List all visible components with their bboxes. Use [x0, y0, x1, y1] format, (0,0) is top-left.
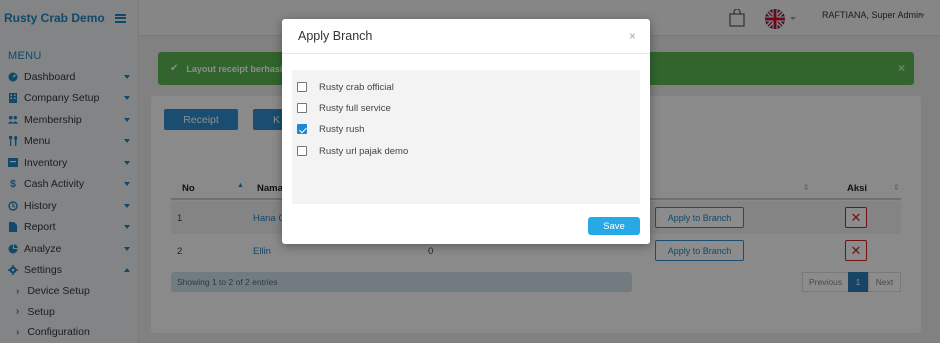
- branch-list: Rusty crab official Rusty full service R…: [292, 70, 640, 204]
- branch-option[interactable]: Rusty rush: [297, 121, 364, 137]
- save-button[interactable]: Save: [588, 217, 640, 235]
- checkbox[interactable]: [297, 82, 307, 92]
- checkbox-checked[interactable]: [297, 124, 307, 134]
- checkbox[interactable]: [297, 146, 307, 156]
- branch-option[interactable]: Rusty crab official: [297, 79, 394, 95]
- modal-title: Apply Branch: [282, 19, 650, 54]
- branch-option[interactable]: Rusty full service: [297, 100, 391, 116]
- close-icon[interactable]: ×: [629, 29, 636, 43]
- apply-branch-modal: Apply Branch × Rusty crab official Rusty…: [282, 19, 650, 244]
- branch-option-label: Rusty full service: [319, 102, 391, 114]
- checkbox[interactable]: [297, 103, 307, 113]
- branch-option-label: Rusty url pajak demo: [319, 145, 409, 157]
- branch-option-label: Rusty crab official: [319, 81, 394, 93]
- branch-option[interactable]: Rusty url pajak demo: [297, 143, 408, 159]
- branch-option-label: Rusty rush: [319, 123, 365, 135]
